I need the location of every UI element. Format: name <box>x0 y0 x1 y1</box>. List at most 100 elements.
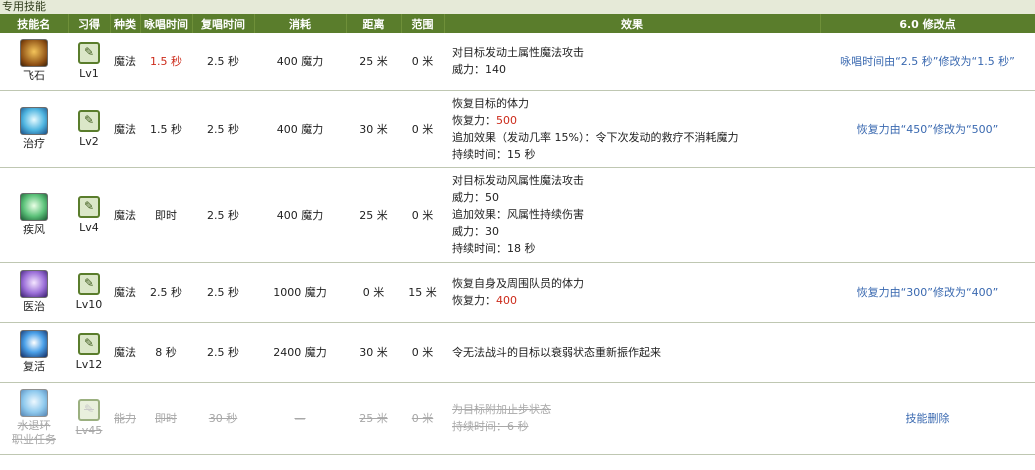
skill-name: 飞石 <box>23 69 45 83</box>
change-note: 恢复力由“300”修改为“400” <box>820 262 1035 323</box>
effect-line: 对目标发动风属性魔法攻击 <box>452 174 584 187</box>
effect-line: 威力：50 <box>452 191 499 204</box>
change-note: 技能删除 <box>820 382 1035 455</box>
skill-effect: 对目标发动土属性魔法攻击 威力：140 <box>444 33 820 91</box>
header-cast: 咏唱时间 <box>140 14 193 33</box>
skill-range: 0 米 <box>401 90 444 168</box>
change-note: 咏唱时间由“2.5 秒”修改为“1.5 秒” <box>820 33 1035 91</box>
skill-cost: 400 魔力 <box>254 167 346 263</box>
skill-name-cell: 疾风 <box>0 167 68 263</box>
skill-distance: 25 米 <box>346 382 401 455</box>
table-row: 医治 ✎ Lv10 魔法 2.5 秒 2.5 秒 1000 魔力 0 米 15 … <box>0 262 1035 323</box>
skill-distance: 30 米 <box>346 90 401 168</box>
skill-distance: 30 米 <box>346 322 401 383</box>
skill-effect: 恢复自身及周围队员的体力 恢复力：400 <box>444 262 820 323</box>
skill-name: 治疗 <box>23 136 45 150</box>
skill-effect: 为目标附加止步状态 持续时间：6 秒 <box>444 382 820 455</box>
skill-name-cell: 医治 <box>0 262 68 323</box>
skill-range: 15 米 <box>401 262 444 323</box>
effect-value: 400 <box>496 294 517 307</box>
effect-line: 追加效果（发动几率 15%）：令下次发动的救疗不消耗魔力 <box>452 130 739 144</box>
skill-name-cell: 飞石 <box>0 33 68 91</box>
table-row: 治疗 ✎ Lv2 魔法 1.5 秒 2.5 秒 400 魔力 30 米 0 米 … <box>0 90 1035 168</box>
skill-cast: 1.5 秒 <box>140 90 192 168</box>
skill-cost: 400 魔力 <box>254 33 346 91</box>
skill-cost: 400 魔力 <box>254 90 346 168</box>
effect-line: 对目标发动土属性魔法攻击 <box>452 46 584 60</box>
effect-line: 威力：30 <box>452 225 499 238</box>
skill-type: 魔法 <box>110 167 140 263</box>
skill-name-cell: 水退环 职业任务 <box>0 382 68 455</box>
skill-cost: — <box>254 382 346 455</box>
change-note <box>820 322 1035 383</box>
skill-cost: 1000 魔力 <box>254 262 346 323</box>
scroll-icon: ✎ <box>78 109 100 132</box>
skill-recast: 2.5 秒 <box>192 33 254 91</box>
skill-distance: 25 米 <box>346 167 401 263</box>
skill-effect: 令无法战斗的目标以衰弱状态重新振作起来 <box>444 322 820 383</box>
skill-cost: 2400 魔力 <box>254 322 346 383</box>
skill-cast: 1.5 秒 <box>140 33 192 91</box>
scroll-icon: ✎ <box>78 333 100 355</box>
skill-recast: 2.5 秒 <box>192 167 254 263</box>
raise-icon <box>20 330 48 358</box>
skill-type: 魔法 <box>110 90 140 168</box>
header-recast: 复唱时间 <box>192 14 255 33</box>
skill-effect: 恢复目标的体力 恢复力：500 追加效果（发动几率 15%）：令下次发动的救疗不… <box>444 90 820 168</box>
skill-name: 复活 <box>23 360 45 373</box>
protect-icon <box>20 389 48 417</box>
effect-line: 恢复目标的体力 <box>452 96 529 110</box>
header-changes: 6.0 修改点 <box>820 14 1035 33</box>
effect-line: 持续时间：18 秒 <box>452 242 536 255</box>
effect-value: 500 <box>496 113 517 127</box>
skill-type: 魔法 <box>110 322 140 383</box>
skill-type: 魔法 <box>110 262 140 323</box>
skill-name-cell: 复活 <box>0 322 68 383</box>
scroll-icon: ✎ <box>78 195 100 218</box>
effect-line: 令无法战斗的目标以衰弱状态重新振作起来 <box>452 345 661 359</box>
learn-cell: ✎ Lv2 <box>68 90 110 168</box>
skill-recast: 2.5 秒 <box>192 262 254 323</box>
skill-range: 0 米 <box>401 322 444 383</box>
scroll-icon: ✎ <box>78 42 100 65</box>
skill-range: 0 米 <box>401 167 444 263</box>
section-title: 专用技能 <box>0 0 1035 14</box>
skill-cast: 8 秒 <box>140 322 192 383</box>
skill-level: Lv4 <box>79 220 99 234</box>
table-row: 复活 ✎ Lv12 魔法 8 秒 2.5 秒 2400 魔力 30 米 0 米 … <box>0 322 1035 383</box>
medica-icon <box>20 270 48 298</box>
learn-cell: ✎ Lv45 <box>68 382 110 455</box>
skill-name-sub: 职业任务 <box>12 433 56 446</box>
header-effect: 效果 <box>444 14 821 33</box>
header-range: 范围 <box>401 14 445 33</box>
effect-line: 追加效果：风属性持续伤害 <box>452 208 584 221</box>
skill-range: 0 米 <box>401 33 444 91</box>
skill-range: 0 米 <box>401 382 444 455</box>
skill-level: Lv2 <box>79 134 99 148</box>
header-type: 种类 <box>110 14 141 33</box>
effect-line: 恢复力：400 <box>452 292 820 309</box>
learn-cell: ✎ Lv12 <box>68 322 110 383</box>
effect-line: 恢复力：500 <box>452 112 820 129</box>
header-skill-name: 技能名 <box>0 14 69 33</box>
skill-level: Lv10 <box>75 298 103 311</box>
cure-icon <box>20 106 48 135</box>
skill-table: 技能名 习得 种类 咏唱时间 复唱时间 消耗 距离 范围 效果 6.0 修改点 … <box>0 14 1035 455</box>
skill-recast: 2.5 秒 <box>192 90 254 168</box>
aero-icon <box>20 192 48 221</box>
skill-level: Lv45 <box>75 424 103 437</box>
scroll-icon: ✎ <box>78 399 100 421</box>
skill-level: Lv1 <box>79 67 99 81</box>
effect-label: 恢复力： <box>452 113 496 127</box>
table-row: 飞石 ✎ Lv1 魔法 1.5 秒 2.5 秒 400 魔力 25 米 0 米 … <box>0 33 1035 91</box>
skill-name: 医治 <box>23 300 45 313</box>
skill-name-cell: 治疗 <box>0 90 68 168</box>
skill-cast: 即时 <box>140 382 192 455</box>
skill-distance: 0 米 <box>346 262 401 323</box>
header-cost: 消耗 <box>254 14 347 33</box>
effect-line: 持续时间：6 秒 <box>452 420 529 433</box>
table-header-row: 技能名 习得 种类 咏唱时间 复唱时间 消耗 距离 范围 效果 6.0 修改点 <box>0 14 1035 33</box>
effect-line: 持续时间：15 秒 <box>452 147 536 161</box>
skill-recast: 30 秒 <box>192 382 254 455</box>
stone-icon <box>20 39 48 68</box>
